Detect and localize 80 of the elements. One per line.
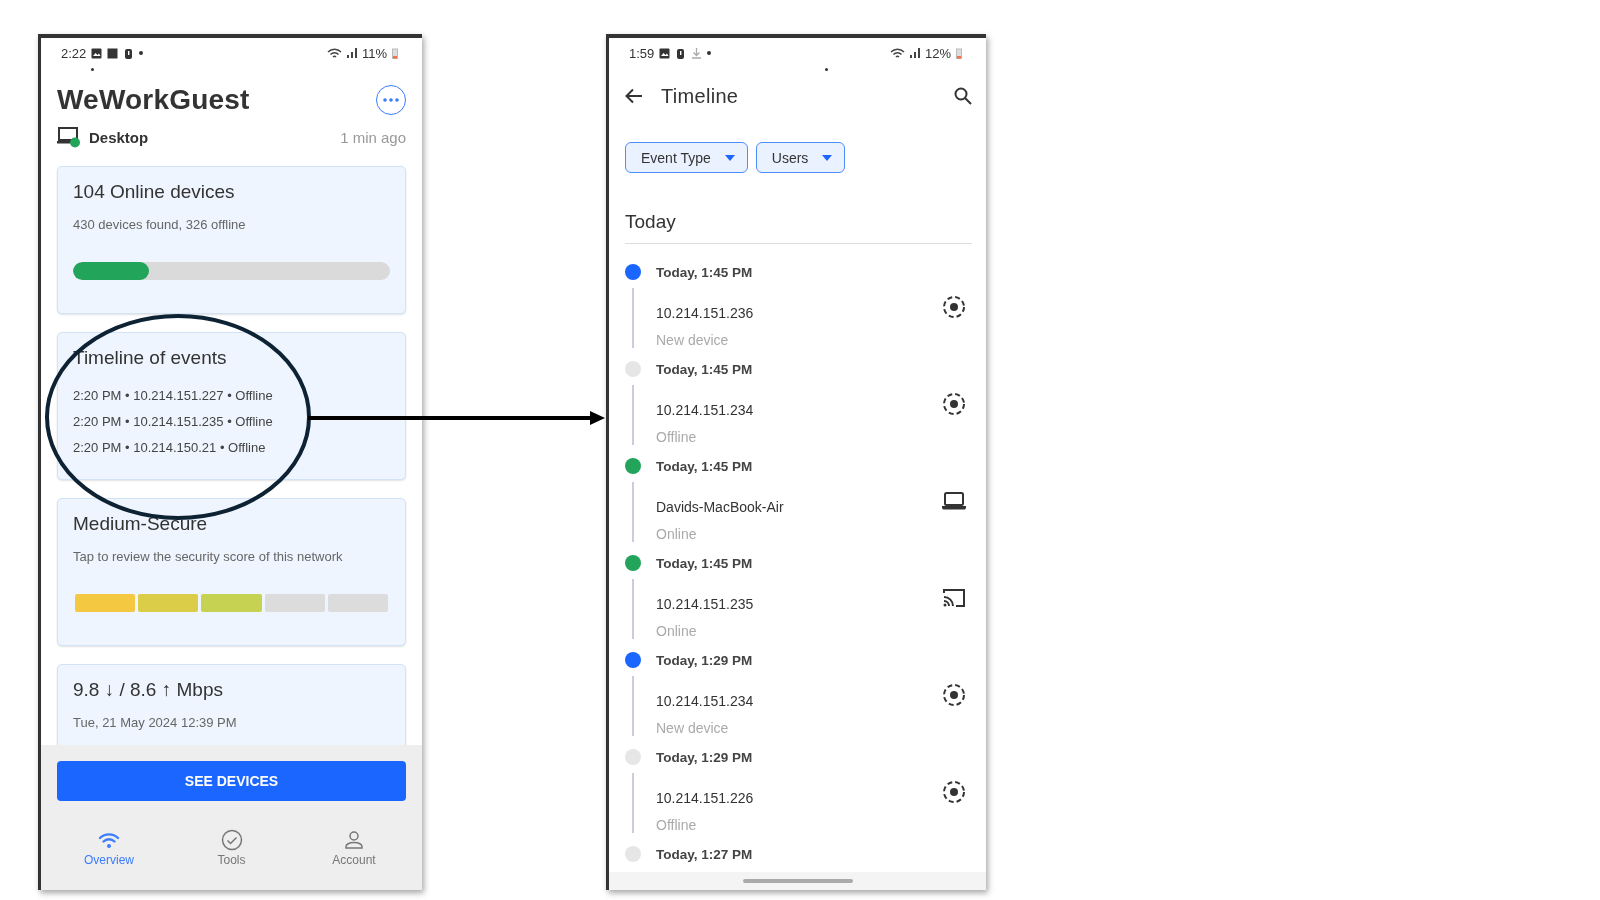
device-name: Davids-MacBook-Air <box>656 499 785 515</box>
event-type: Offline <box>656 429 698 445</box>
person-icon <box>343 829 365 851</box>
card-title: 9.8 ↓ / 8.6 ↑ Mbps <box>73 679 224 701</box>
caret-icon <box>822 154 833 161</box>
cast-icon <box>942 587 966 608</box>
card-subtitle: Tap to review the security score of this network <box>73 549 344 564</box>
notification-dot-icon <box>139 51 144 55</box>
filter-dropdown[interactable]: Users <box>755 142 846 173</box>
check-circle-icon <box>220 829 243 851</box>
event-line: 2:20 PM • 10.214.150.21 • Offline <box>73 439 267 457</box>
nav-tab[interactable]: Account <box>322 829 386 867</box>
event-type: New device <box>656 720 730 736</box>
device-name: Desktop <box>89 128 149 146</box>
signal-icon <box>346 48 357 58</box>
battery-icon <box>392 47 398 59</box>
radar-icon <box>942 779 966 804</box>
device-name: 10.214.151.234 <box>656 402 755 418</box>
event-time: Today, 1:45 PM <box>656 361 754 377</box>
status-time: 2:22 <box>61 45 87 61</box>
event-time: Today, 1:27 PM <box>656 846 754 862</box>
radar-icon <box>942 682 966 707</box>
security-card[interactable]: Medium-Secure Tap to review the security score of this network <box>57 498 406 646</box>
event-type: Online <box>656 623 698 639</box>
event-line: 2:20 PM • 10.214.151.235 • Offline <box>73 413 274 431</box>
lock-icon <box>675 47 687 59</box>
back-arrow-icon <box>625 88 643 104</box>
event-time: Today, 1:29 PM <box>656 749 754 765</box>
event-type: Online <box>656 526 698 542</box>
battery-icon <box>956 47 962 59</box>
card-title: Medium-Secure <box>73 513 209 535</box>
event-time: Today, 1:45 PM <box>656 458 754 474</box>
event-type: Offline <box>656 817 698 833</box>
ellipsis-icon <box>383 98 399 102</box>
event-type: New device <box>656 332 730 348</box>
card-title: Timeline of events <box>73 347 228 369</box>
battery-percent: 11% <box>361 45 387 61</box>
device-name: 10.214.151.236 <box>656 305 755 321</box>
camera-dot-icon <box>91 68 94 71</box>
battery-percent: 12% <box>924 45 951 61</box>
camera-dot-icon <box>825 68 828 71</box>
card-title: 104 Online devices <box>73 181 236 203</box>
notification-dot-icon <box>707 51 712 55</box>
screen-title: Timeline <box>661 84 740 108</box>
network-title: WeWorkGuest <box>57 84 250 116</box>
wifi-icon <box>889 47 905 59</box>
signal-icon <box>909 48 920 58</box>
device-name: 10.214.151.235 <box>656 596 755 612</box>
speed-card[interactable]: 9.8 ↓ / 8.6 ↑ Mbps Tue, 21 May 2024 12:39 PM <box>57 664 406 745</box>
app-icon <box>107 47 119 59</box>
wifi-icon <box>326 47 342 59</box>
section-heading: Today <box>625 211 677 233</box>
event-time: Today, 1:45 PM <box>656 555 754 571</box>
search-button[interactable] <box>954 87 972 105</box>
back-button[interactable] <box>625 88 643 104</box>
timeline-card[interactable]: Timeline of events 2:20 PM • 10.214.151.227 • Offline 2:20 PM • 10.214.151.235 • Offline 2:20 PM • 10.214.150.21 • Offline <box>57 332 406 480</box>
event-time: Today, 1:29 PM <box>656 652 754 668</box>
image-icon <box>659 47 671 59</box>
date-text: Tue, 21 May 2024 12:39 PM <box>73 715 238 730</box>
see-devices-button[interactable]: SEE DEVICES <box>57 761 406 801</box>
search-icon <box>954 87 972 105</box>
caret-icon <box>724 154 735 161</box>
radar-icon <box>942 391 966 416</box>
filter-dropdown[interactable]: Event Type <box>625 142 748 173</box>
image-icon <box>91 47 103 59</box>
device-name: 10.214.151.234 <box>656 693 755 709</box>
online-devices-card[interactable]: 104 Online devices 430 devices found, 326 offline <box>57 166 406 314</box>
card-subtitle: 430 devices found, 326 offline <box>73 217 247 232</box>
nav-tab[interactable]: Tools <box>199 829 264 867</box>
status-time: 1:59 <box>629 45 655 61</box>
last-updated: 1 min ago <box>340 128 406 146</box>
more-button[interactable] <box>376 85 406 115</box>
laptop-icon <box>942 491 966 510</box>
lock-icon <box>123 47 135 59</box>
radar-icon <box>942 294 966 319</box>
event-time: Today, 1:45 PM <box>656 264 754 280</box>
device-name: 10.214.151.226 <box>656 790 755 806</box>
desktop-icon <box>57 126 81 148</box>
event-line: 2:20 PM • 10.214.151.227 • Offline <box>73 387 274 405</box>
download-icon <box>691 47 703 59</box>
